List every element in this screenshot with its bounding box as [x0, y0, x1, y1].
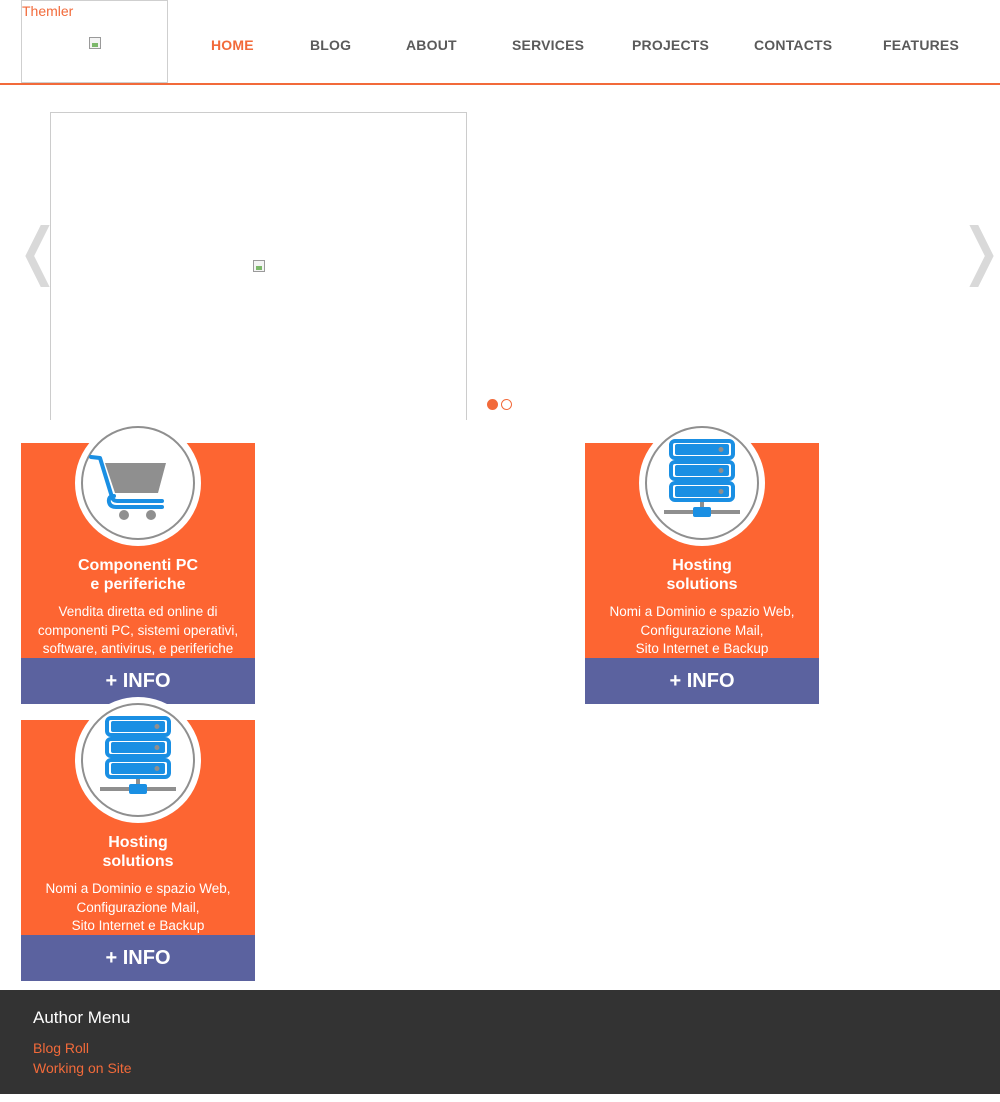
card-description: Vendita diretta ed online di componenti … — [37, 604, 239, 656]
nav-item-projects[interactable]: PROJECTS — [632, 37, 709, 53]
service-card-pc-components: Componenti PC e periferiche Vendita dire… — [21, 420, 255, 704]
main-nav: HOME BLOG ABOUT SERVICES PROJECTS CONTAC… — [0, 0, 1000, 85]
slider-dot-2[interactable] — [501, 399, 512, 410]
footer-link-working-on-site[interactable]: Working on Site — [33, 1060, 132, 1076]
info-button[interactable]: + INFO — [21, 935, 255, 981]
nav-item-contacts[interactable]: CONTACTS — [754, 37, 832, 53]
nav-item-features[interactable]: FEATURES — [883, 37, 959, 53]
shopping-cart-icon — [89, 455, 166, 520]
slider-prev-arrow-icon[interactable]: ❬ — [12, 220, 64, 282]
nav-item-home[interactable]: HOME — [211, 37, 254, 53]
server-icon — [100, 716, 176, 794]
service-card-hosting-2: Hosting solutions Nomi a Dominio e spazi… — [21, 697, 255, 981]
site-header: Themler HOME BLOG ABOUT SERVICES PROJECT… — [0, 0, 1000, 85]
service-card-hosting: Hosting solutions Nomi a Dominio e spazi… — [585, 420, 819, 704]
card-title: Componenti PC e periferiche — [78, 557, 198, 593]
card-description: Nomi a Dominio e spazio Web, Configurazi… — [45, 881, 231, 933]
site-footer: Author Menu Blog Roll Working on Site — [0, 990, 1000, 1094]
nav-item-services[interactable]: SERVICES — [512, 37, 584, 53]
slide-image-icon — [253, 260, 265, 272]
footer-title: Author Menu — [33, 1008, 131, 1027]
nav-item-about[interactable]: ABOUT — [406, 37, 457, 53]
server-icon — [664, 439, 740, 517]
card-title: Hosting solutions — [102, 834, 174, 870]
slide-image-frame — [50, 112, 467, 420]
card-icon-circle — [75, 697, 201, 823]
card-description: Nomi a Dominio e spazio Web, Configurazi… — [609, 604, 795, 656]
nav-item-blog[interactable]: BLOG — [310, 37, 351, 53]
slider-next-arrow-icon[interactable]: ❭ — [955, 220, 1000, 282]
footer-link-blog-roll[interactable]: Blog Roll — [33, 1040, 89, 1056]
card-icon-circle — [639, 420, 765, 546]
card-icon-circle — [75, 420, 201, 546]
info-button[interactable]: + INFO — [585, 658, 819, 704]
image-slider: ❬ ❭ — [0, 85, 1000, 420]
slider-dot-1[interactable] — [487, 399, 498, 410]
card-title: Hosting solutions — [666, 557, 738, 593]
